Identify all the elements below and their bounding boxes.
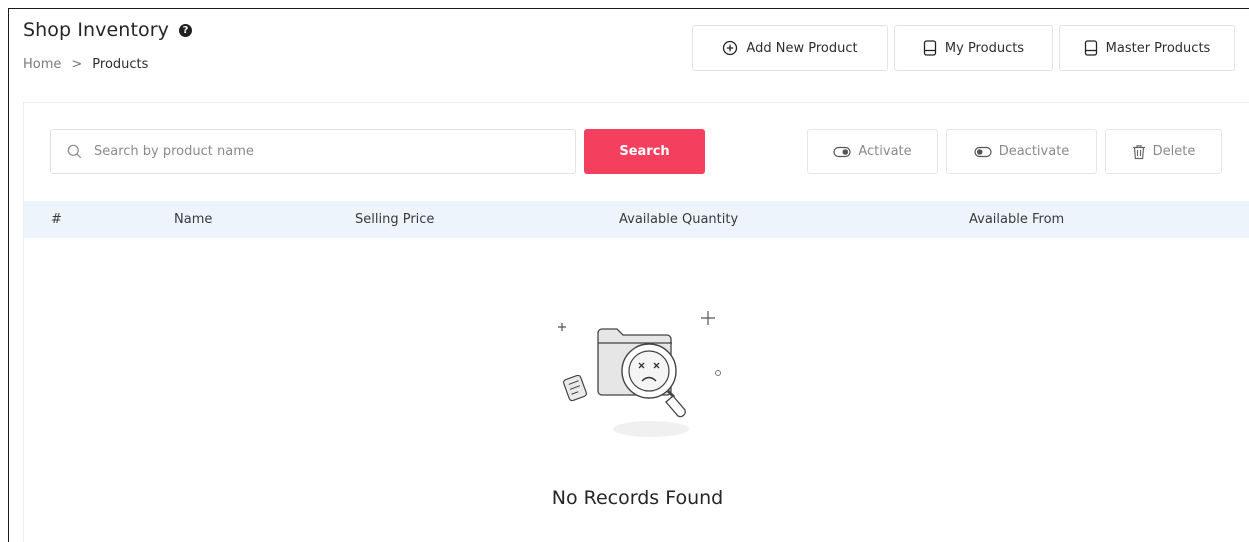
my-products-button[interactable]: My Products [894,25,1053,71]
breadcrumb-separator: > [71,57,83,72]
empty-folder-search-icon [558,311,721,437]
document-icon [1084,40,1097,56]
search-icon [67,144,82,159]
search-input[interactable] [94,144,534,159]
master-products-label: Master Products [1105,40,1211,56]
trash-icon [1132,144,1145,159]
page-title: Shop Inventory [23,19,169,41]
table-header: # Name Selling Price Available Quantity … [24,201,1249,238]
column-header-selling-price[interactable]: Selling Price [355,212,434,227]
products-panel: Search Activate Deactivate Delete # Name… [23,102,1249,542]
plus-circle-icon [723,40,738,56]
help-circle-icon[interactable]: ? [178,23,192,37]
app-frame: Shop Inventory ? Home > Products Add New… [8,8,1249,542]
master-products-button[interactable]: Master Products [1059,25,1235,71]
empty-state-message: No Records Found [551,487,724,509]
delete-button[interactable]: Delete [1105,129,1222,174]
breadcrumb-current: Products [92,57,149,72]
search-box[interactable] [50,129,576,174]
activate-label: Activate [858,144,912,159]
toggle-on-icon [833,146,851,157]
column-header-available-quantity[interactable]: Available Quantity [619,212,738,227]
deactivate-button[interactable]: Deactivate [946,129,1097,174]
toggle-off-icon [974,146,992,157]
my-products-label: My Products [944,40,1025,56]
column-header-index: # [51,212,62,227]
search-button[interactable]: Search [584,129,705,174]
add-new-product-label: Add New Product [746,40,858,56]
add-new-product-button[interactable]: Add New Product [692,25,888,71]
activate-button[interactable]: Activate [807,129,938,174]
document-icon [923,40,937,56]
column-header-available-from[interactable]: Available From [969,212,1064,227]
breadcrumb: Home > Products [23,57,148,72]
breadcrumb-home[interactable]: Home [23,57,61,72]
delete-label: Delete [1152,144,1196,159]
deactivate-label: Deactivate [998,144,1070,159]
page-header: Shop Inventory ? [23,19,192,41]
column-header-name[interactable]: Name [174,212,212,227]
